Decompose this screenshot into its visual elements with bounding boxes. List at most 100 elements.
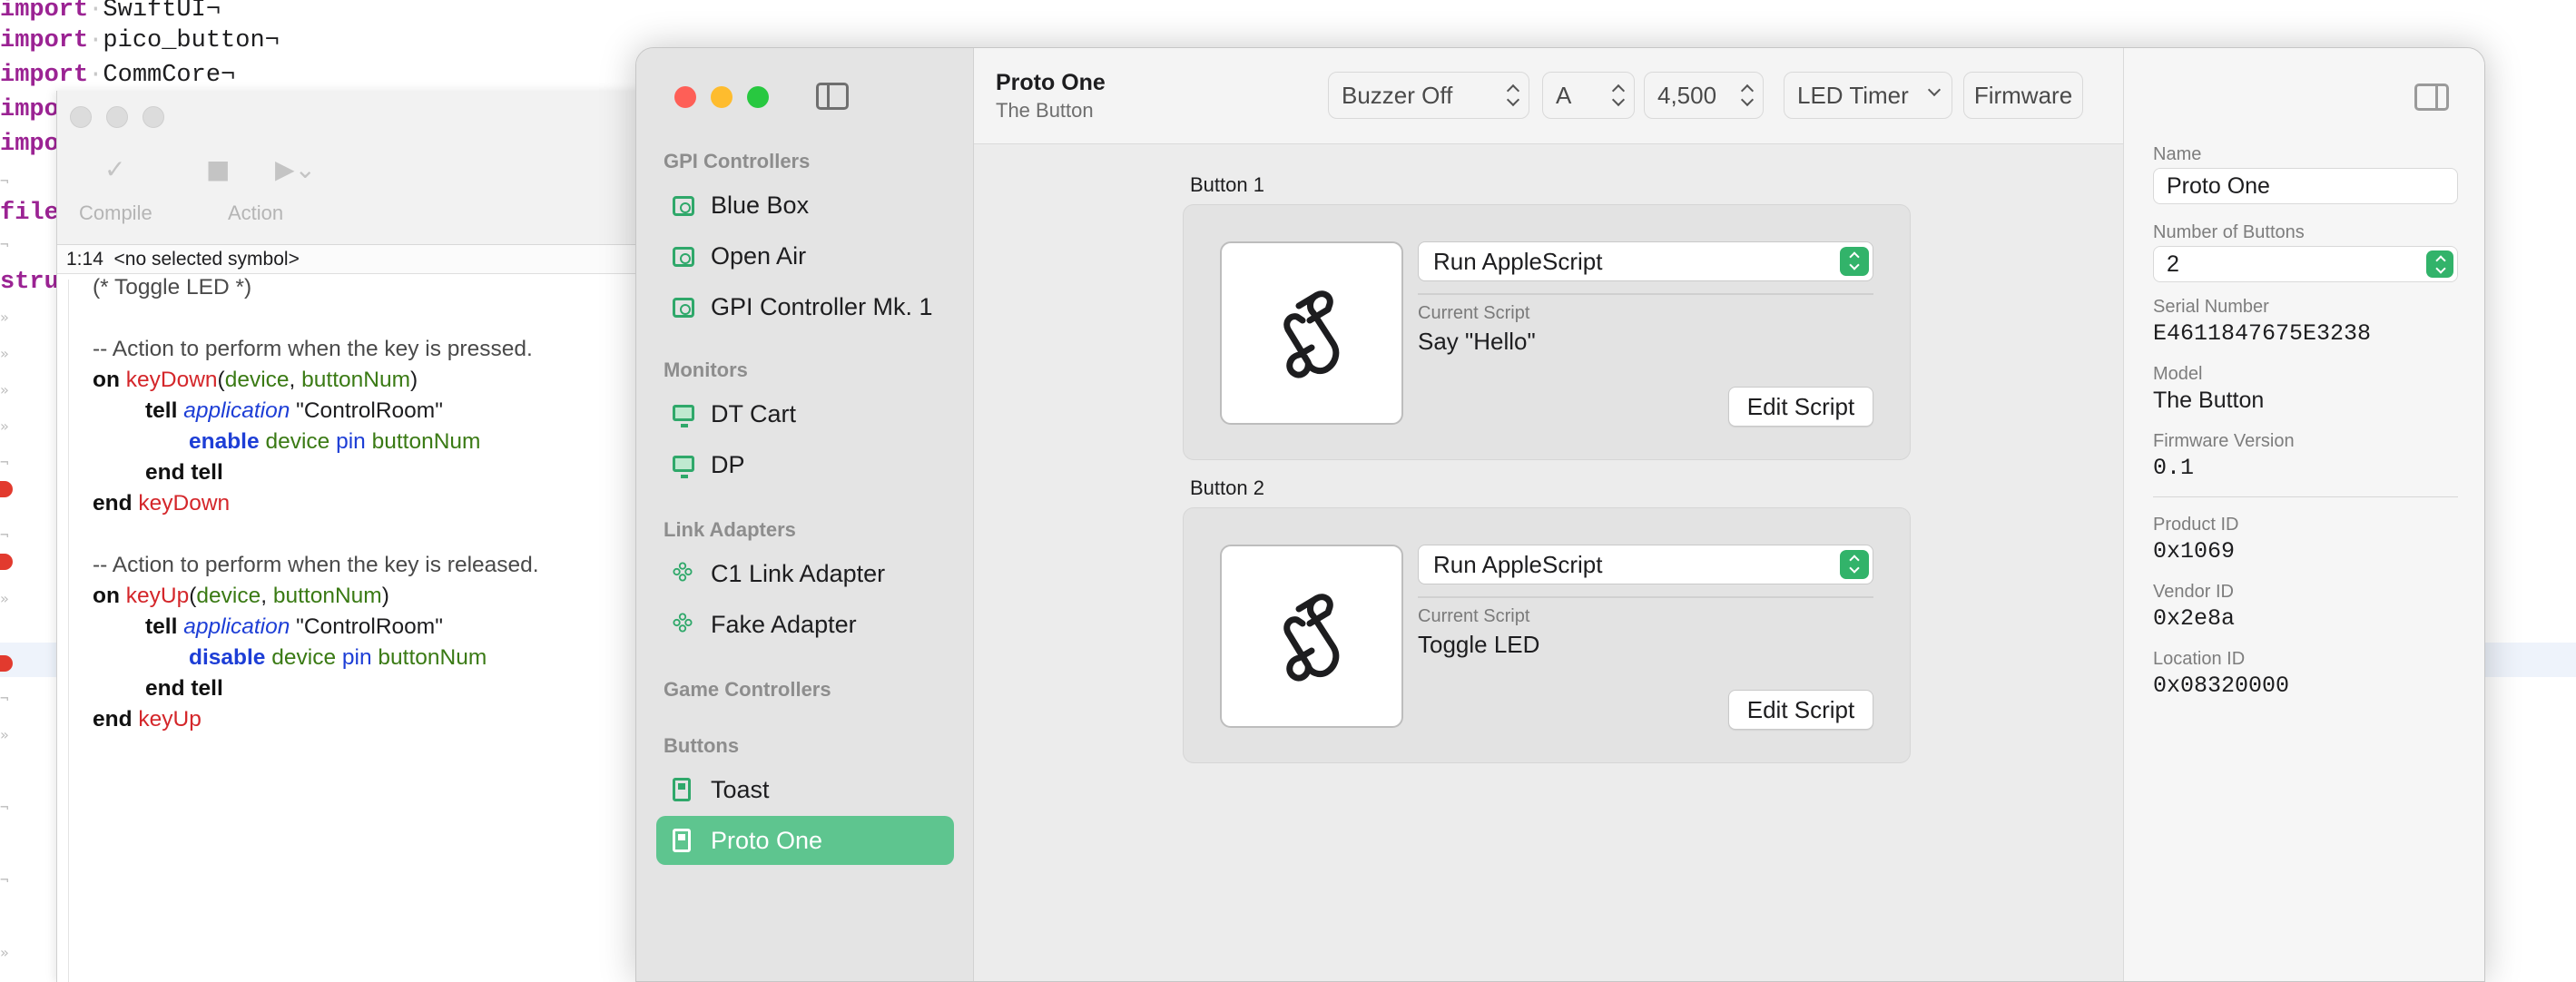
vendor-id-label: Vendor ID [2153, 582, 2234, 602]
divider [2153, 496, 2458, 497]
page-subtitle: The Button [996, 99, 1094, 122]
sidebar-item-proto-one[interactable]: Proto One [656, 816, 954, 865]
code-line: tell application "ControlRoom" [145, 614, 443, 639]
script-scroll-icon [1283, 290, 1340, 378]
code-line: end tell [145, 676, 223, 701]
button-2-card: Run AppleScript Current Script Toggle LE… [1183, 507, 1911, 763]
buzzer-value: Buzzer Off [1342, 82, 1453, 109]
invisible-return-mark: » [0, 590, 9, 607]
sidebar-item-label: Open Air [711, 242, 807, 270]
chevron-updown-icon [1507, 83, 1519, 107]
zoom-button[interactable] [747, 86, 769, 108]
sidebar-item-open-air[interactable]: Open Air [656, 231, 954, 280]
button-2-tile[interactable] [1220, 545, 1403, 728]
invisible-return-mark: ¬ [0, 454, 9, 471]
channel-popup[interactable]: A [1542, 72, 1635, 119]
sidebar: GPI Controllers Blue Box Open Air GPI Co… [636, 48, 974, 981]
script-navigation-bar: 1:14 <no selected symbol> [57, 245, 692, 274]
main-content: Proto One The Button Buzzer Off A 4,500 … [974, 48, 2123, 981]
chevron-updown-icon [2426, 250, 2453, 278]
code-keyword: import [0, 27, 89, 54]
sidebar-item-dt-cart[interactable]: DT Cart [656, 389, 954, 438]
script-scroll-icon [1283, 594, 1340, 682]
script-code-area[interactable]: (* Toggle LED *) -- Action to perform wh… [68, 275, 693, 982]
timer-stepper[interactable]: 4,500 [1644, 72, 1764, 119]
name-field[interactable]: Proto One [2153, 168, 2458, 204]
stop-icon[interactable]: ■ [206, 154, 230, 184]
button-1-tile[interactable] [1220, 241, 1403, 425]
chevron-updown-icon [1612, 83, 1625, 107]
breakpoint-marker [0, 554, 13, 570]
firmware-button[interactable]: Firmware [1963, 72, 2083, 119]
sidebar-item-c1-link-adapter[interactable]: C1 Link Adapter [656, 549, 954, 598]
current-script-label: Current Script [1418, 303, 1530, 323]
run-icon[interactable]: ▶︎⌄ [275, 154, 316, 184]
invisible-return-mark: ¬ [0, 172, 9, 190]
chevron-updown-icon [1840, 247, 1869, 276]
number-of-buttons-label: Number of Buttons [2153, 222, 2305, 242]
close-button[interactable] [674, 86, 696, 108]
button-1-action-select[interactable]: Run AppleScript [1418, 241, 1873, 281]
buzzer-popup[interactable]: Buzzer Off [1328, 72, 1529, 119]
symbol-selector[interactable]: <no selected symbol> [114, 249, 300, 270]
sidebar-item-label: C1 Link Adapter [711, 560, 886, 587]
sidebar-item-gpi-controller-mk1[interactable]: GPI Controller Mk. 1 [656, 282, 954, 331]
serial-number-label: Serial Number [2153, 297, 2269, 317]
page-title: Proto One [996, 70, 1106, 95]
sidebar-item-blue-box[interactable]: Blue Box [656, 181, 954, 230]
invisible-return-mark: » [0, 944, 9, 961]
code-line: impo [0, 93, 59, 127]
gpi-controller-icon [673, 196, 694, 216]
current-script-value: Say "Hello" [1418, 328, 1536, 355]
firmware-version-value: 0.1 [2153, 455, 2195, 481]
code-comment: -- Action to perform when the key is rel… [93, 553, 539, 577]
toolbar: Proto One The Button Buzzer Off A 4,500 … [974, 48, 2123, 144]
script-editor-toolbar: ✓ ■ ▶︎⌄ Compile Action [57, 91, 692, 245]
checkmark-icon[interactable]: ✓ [104, 154, 125, 184]
minimize-button[interactable] [711, 86, 732, 108]
current-script-value: Toggle LED [1418, 631, 1540, 658]
code-text: SwiftUI¬ [103, 0, 221, 24]
zoom-button[interactable] [143, 106, 164, 128]
name-label: Name [2153, 144, 2202, 164]
code-keyword: import [0, 0, 89, 24]
divider [1418, 596, 1873, 598]
code-line: on keyDown(device, buttonNum) [93, 368, 418, 392]
sidebar-toggle-icon[interactable] [816, 83, 849, 110]
edit-script-button[interactable]: Edit Script [1728, 690, 1873, 730]
sidebar-section-monitors: Monitors [664, 358, 748, 381]
sidebar-section-link-adapters: Link Adapters [664, 518, 796, 541]
firmware-version-label: Firmware Version [2153, 431, 2295, 451]
invisible-return-mark: » [0, 381, 9, 398]
divider [1418, 293, 1873, 295]
sidebar-item-label: Blue Box [711, 191, 810, 219]
invisible-return-mark: ¬ [0, 871, 9, 889]
action-select-value: Run AppleScript [1433, 551, 1603, 578]
invisible-return-mark: ¬ [0, 690, 9, 707]
edit-script-button[interactable]: Edit Script [1728, 387, 1873, 427]
inspector-toggle-icon[interactable] [2414, 83, 2449, 111]
sidebar-item-toast[interactable]: Toast [656, 765, 954, 814]
number-of-buttons-select[interactable]: 2 [2153, 246, 2458, 282]
led-mode-menu[interactable]: LED Timer [1784, 72, 1952, 119]
inspector-panel: Name Proto One Number of Buttons 2 Seria… [2123, 48, 2484, 981]
sidebar-item-fake-adapter[interactable]: Fake Adapter [656, 600, 954, 649]
location-id-value: 0x08320000 [2153, 673, 2290, 699]
sidebar-item-label: Proto One [711, 827, 823, 854]
led-mode-value: LED Timer [1797, 82, 1909, 109]
cursor-position: 1:14 [66, 249, 103, 270]
code-line: import·pico_button¬ [0, 27, 280, 54]
script-editor-window: ✓ ■ ▶︎⌄ Compile Action 1:14 <no selected… [56, 91, 692, 982]
invisible-return-mark: » [0, 726, 9, 743]
code-keyword: impo [0, 96, 59, 123]
code-line: end tell [145, 460, 223, 485]
sidebar-item-label: Toast [711, 776, 770, 803]
app-window: GPI Controllers Blue Box Open Air GPI Co… [635, 47, 2485, 982]
link-adapter-icon [673, 562, 693, 582]
sidebar-item-dp[interactable]: DP [656, 440, 954, 489]
product-id-label: Product ID [2153, 515, 2239, 535]
sidebar-section-buttons: Buttons [664, 734, 740, 757]
button-2-action-select[interactable]: Run AppleScript [1418, 545, 1873, 584]
close-button[interactable] [70, 106, 92, 128]
minimize-button[interactable] [106, 106, 128, 128]
